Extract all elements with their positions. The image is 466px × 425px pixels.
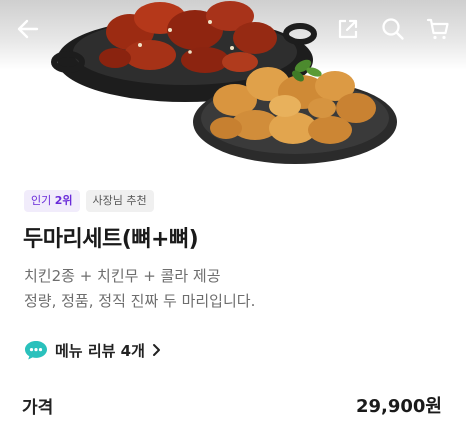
speech-bubble-icon [25, 341, 47, 360]
menu-review-link[interactable]: 메뉴 리뷰 4개 [24, 338, 161, 362]
product-title: 두마리세트(뼈+뼈) [23, 227, 199, 252]
price-row: 가격 29,900원 [22, 393, 442, 418]
back-button[interactable] [13, 14, 43, 44]
rank-prefix: 인기 [31, 194, 55, 207]
product-description: 치킨2종 + 치킨무 + 콜라 제공 정량, 정품, 정직 진짜 두 마리입니다… [24, 264, 444, 314]
popularity-rank-badge: 인기 2위 [24, 190, 80, 212]
description-line: 정량, 정품, 정직 진짜 두 마리입니다. [24, 292, 256, 310]
cart-button[interactable] [423, 14, 453, 44]
owner-recommend-badge: 사장님 추천 [85, 190, 154, 212]
chevron-right-icon [152, 344, 160, 356]
share-button[interactable] [333, 14, 363, 44]
share-icon [338, 19, 358, 39]
product-hero-image [0, 0, 466, 165]
description-line: 치킨2종 + 치킨무 + 콜라 제공 [24, 267, 221, 285]
search-icon [382, 18, 404, 40]
badge-row: 인기 2위 사장님 추천 [24, 190, 154, 212]
top-navigation-bar [0, 0, 466, 58]
rank-value: 2위 [54, 194, 73, 207]
price-label: 가격 [22, 397, 54, 418]
cart-icon [426, 18, 449, 40]
search-button[interactable] [378, 14, 408, 44]
menu-review-label: 메뉴 리뷰 4개 [55, 341, 145, 360]
price-value: 29,900원 [355, 396, 442, 417]
arrow-left-icon [17, 19, 39, 39]
